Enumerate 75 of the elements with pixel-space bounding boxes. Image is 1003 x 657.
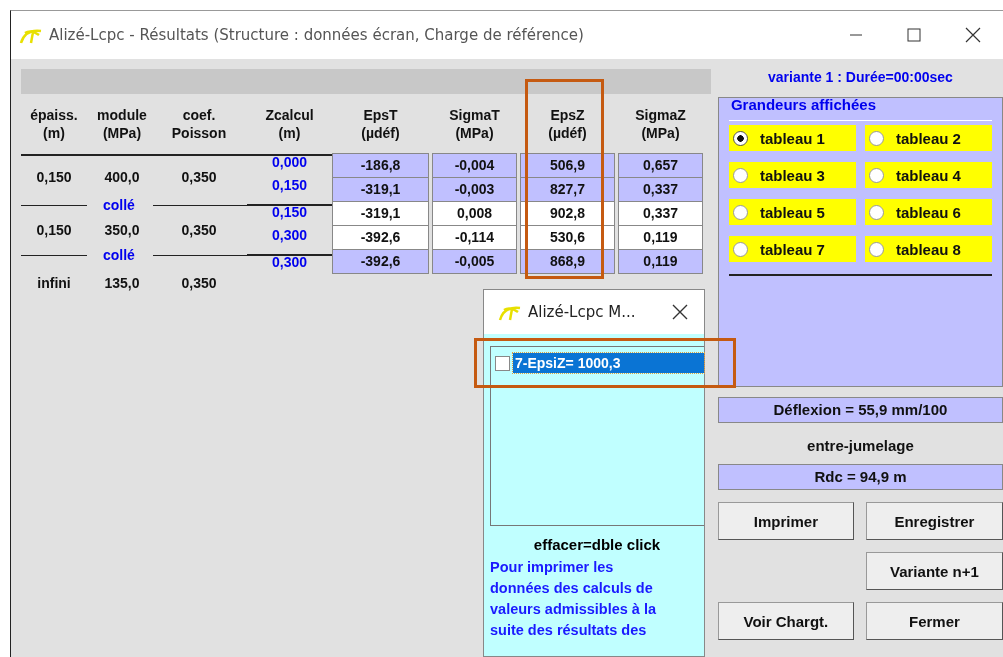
- table-cell: 0,000: [271, 154, 307, 170]
- radio-icon[interactable]: [732, 130, 748, 146]
- table-cell: 0,657: [618, 153, 703, 178]
- close-icon[interactable]: [965, 27, 981, 43]
- table-cell: 0,119: [618, 249, 703, 274]
- list-item[interactable]: 7-EpsiZ= 1000,3: [513, 353, 704, 373]
- radio-icon[interactable]: [868, 130, 884, 146]
- table-cell-text: 135,0: [103, 275, 141, 291]
- hint-text: effacer=dble click: [532, 536, 662, 553]
- radio-icon[interactable]: [868, 167, 884, 183]
- table-cell-text: 0,350: [180, 168, 218, 185]
- radio-icon[interactable]: [868, 241, 884, 257]
- table-cell: 0,150: [271, 204, 307, 220]
- deflection-display: Déflexion = 55,9 mm/100: [717, 397, 1003, 423]
- table-cell: 0,008: [432, 201, 517, 226]
- radio-icon[interactable]: [868, 204, 884, 220]
- table-cell: -0,114: [432, 225, 517, 250]
- table-cell: 0,337: [618, 177, 703, 202]
- variant-label: variante 1 : Durée=00:00sec: [767, 69, 954, 85]
- radio-option[interactable]: tableau 5: [728, 199, 856, 225]
- radio-option[interactable]: tableau 7: [728, 236, 856, 262]
- table-cell-text: 0,150: [35, 168, 73, 185]
- column-header: module (MPa): [96, 106, 148, 143]
- table-cell-text: infini: [36, 275, 72, 291]
- action-button[interactable]: Fermer: [865, 602, 1003, 640]
- table-cell-text: 400,0: [103, 168, 141, 185]
- table-cell: -392,6: [332, 225, 429, 250]
- table-cell: -319,1: [332, 177, 429, 202]
- table-cell: -319,1: [332, 201, 429, 226]
- table-cell: 0,119: [618, 225, 703, 250]
- maximize-icon[interactable]: [907, 28, 921, 42]
- column-header: épaiss. (m): [29, 106, 79, 143]
- note-text: Pour imprimer les données des calculs de valeurs admissibles à la suite des résultats des: [490, 558, 658, 640]
- table-cell-text: 0,350: [180, 275, 218, 291]
- radio-icon[interactable]: [732, 204, 748, 220]
- radio-option[interactable]: tableau 1: [728, 125, 856, 151]
- checkbox[interactable]: [495, 355, 510, 371]
- window-title: Alizé-Lcpc - Résultats (Structure : données écran, Charge de référence): [49, 26, 584, 44]
- action-button[interactable]: Voir Chargt.: [717, 602, 854, 640]
- radio-option[interactable]: tableau 4: [864, 162, 992, 188]
- column-header: coef. Poisson: [170, 106, 228, 143]
- column-header: SigmaT (MPa): [448, 106, 501, 143]
- table-cell: -392,6: [332, 249, 429, 274]
- table-cell-text: 0,350: [180, 222, 218, 238]
- column-header: SigmaZ (MPa): [634, 106, 687, 143]
- table-cell: -0,003: [432, 177, 517, 202]
- table-cell: -186,8: [332, 153, 429, 178]
- dialog-title: Alizé-Lcpc M...: [528, 303, 636, 321]
- group-title: Grandeurs affichées: [730, 96, 876, 113]
- action-button[interactable]: Variante n+1: [865, 552, 1003, 590]
- interface-label: collé: [103, 247, 135, 263]
- load-position-label: entre-jumelage: [806, 437, 915, 454]
- table-cell: 0,150: [271, 177, 307, 193]
- table-cell: 868,9: [520, 249, 615, 274]
- radius-display: Rdc = 94,9 m: [717, 464, 1003, 490]
- interface-label: collé: [103, 197, 135, 213]
- radio-icon[interactable]: [732, 167, 748, 183]
- action-button[interactable]: Imprimer: [717, 502, 854, 540]
- table-cell: -0,004: [432, 153, 517, 178]
- table-cell: 0,300: [271, 227, 307, 243]
- column-header: Zcalcul (m): [264, 106, 315, 143]
- action-button[interactable]: Enregistrer: [865, 502, 1003, 540]
- table-cell-text: 0,150: [35, 222, 73, 238]
- radio-option[interactable]: tableau 2: [864, 125, 992, 151]
- table-cell: -0,005: [432, 249, 517, 274]
- column-header: EpsZ (µdéf): [547, 106, 588, 143]
- table-cell-text: 350,0: [103, 222, 141, 238]
- table-cell: 0,300: [271, 254, 307, 270]
- radio-option[interactable]: tableau 3: [728, 162, 856, 188]
- table-cell: 0,337: [618, 201, 703, 226]
- radio-option[interactable]: tableau 8: [864, 236, 992, 262]
- radio-icon[interactable]: [732, 241, 748, 257]
- radio-option[interactable]: tableau 6: [864, 199, 992, 225]
- close-icon[interactable]: [672, 304, 688, 320]
- column-header: EpsT (µdéf): [360, 106, 401, 143]
